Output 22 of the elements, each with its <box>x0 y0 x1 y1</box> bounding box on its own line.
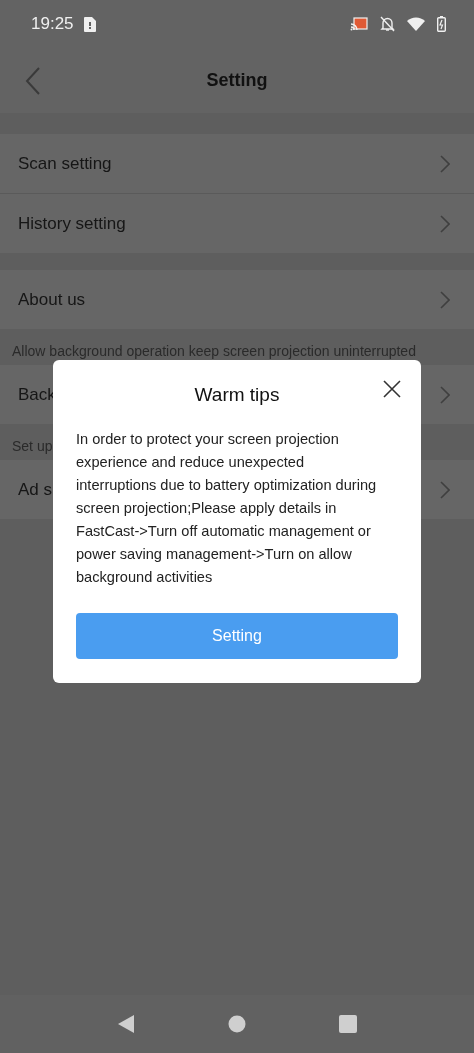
chevron-right-icon <box>440 154 450 173</box>
chevron-right-icon <box>440 214 450 233</box>
sim-card-icon <box>83 16 96 32</box>
settings-row[interactable]: About us <box>0 270 474 329</box>
battery-icon <box>437 16 446 32</box>
screen-title: Setting <box>206 70 268 91</box>
clock-time: 19:25 <box>31 14 74 34</box>
cast-icon <box>350 17 368 31</box>
recents-nav-icon[interactable] <box>339 1015 358 1033</box>
chevron-right-icon <box>440 480 450 499</box>
chevron-right-icon <box>440 385 450 404</box>
home-nav-icon[interactable] <box>228 1015 246 1033</box>
bell-off-icon <box>380 16 395 32</box>
setting-button[interactable]: Setting <box>76 613 398 659</box>
settings-row[interactable]: Scan setting <box>0 134 474 194</box>
chevron-right-icon <box>440 290 450 309</box>
close-button[interactable] <box>383 380 401 398</box>
wifi-icon <box>407 17 425 31</box>
dialog-message: In order to protect your screen projection experience and reduce unexpected interruptions due to battery optimization during screen projection;Please apply details in FastCast->Turn off automatic management or power saving management->Turn on allow background activities <box>76 430 378 587</box>
settings-row[interactable]: History setting <box>0 194 474 253</box>
back-nav-icon[interactable] <box>116 1014 135 1034</box>
dialog-title: Warm tips <box>194 384 280 406</box>
